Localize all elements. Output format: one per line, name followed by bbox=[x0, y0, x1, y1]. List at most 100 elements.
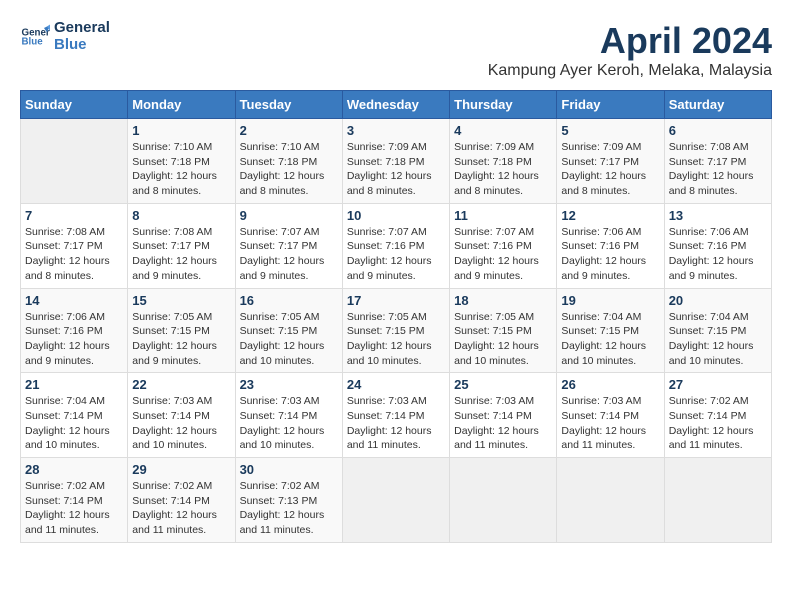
calendar-cell: 8 Sunrise: 7:08 AMSunset: 7:17 PMDaylight… bbox=[128, 203, 235, 288]
calendar-cell: 25Sunrise: 7:03 AMSunset: 7:14 PMDayligh… bbox=[450, 373, 557, 458]
day-info: Sunrise: 7:02 AMSunset: 7:14 PMDaylight:… bbox=[669, 394, 767, 453]
calendar-week-row: 1 Sunrise: 7:10 AMSunset: 7:18 PMDaylight… bbox=[21, 119, 772, 204]
day-info: Sunrise: 7:06 AMSunset: 7:16 PMDaylight:… bbox=[561, 225, 659, 284]
calendar-cell: 14 Sunrise: 7:06 AMSunset: 7:16 PMDayligh… bbox=[21, 288, 128, 373]
day-info: Sunrise: 7:02 AMSunset: 7:13 PMDaylight:… bbox=[240, 479, 338, 538]
day-info: Sunrise: 7:09 AMSunset: 7:18 PMDaylight:… bbox=[347, 140, 445, 199]
day-info: Sunrise: 7:08 AMSunset: 7:17 PMDaylight:… bbox=[669, 140, 767, 199]
logo-general: General bbox=[54, 20, 110, 37]
day-number: 10 bbox=[347, 208, 445, 223]
day-number: 5 bbox=[561, 123, 659, 138]
calendar-cell: 29Sunrise: 7:02 AMSunset: 7:14 PMDayligh… bbox=[128, 458, 235, 543]
day-number: 30 bbox=[240, 462, 338, 477]
day-info: Sunrise: 7:07 AMSunset: 7:16 PMDaylight:… bbox=[347, 225, 445, 284]
weekday-header-row: SundayMondayTuesdayWednesdayThursdayFrid… bbox=[21, 91, 772, 119]
day-number: 20 bbox=[669, 293, 767, 308]
day-info: Sunrise: 7:05 AMSunset: 7:15 PMDaylight:… bbox=[240, 310, 338, 369]
day-info: Sunrise: 7:07 AMSunset: 7:16 PMDaylight:… bbox=[454, 225, 552, 284]
day-number: 11 bbox=[454, 208, 552, 223]
day-info: Sunrise: 7:06 AMSunset: 7:16 PMDaylight:… bbox=[669, 225, 767, 284]
day-info: Sunrise: 7:10 AMSunset: 7:18 PMDaylight:… bbox=[132, 140, 230, 199]
calendar-cell: 11 Sunrise: 7:07 AMSunset: 7:16 PMDayligh… bbox=[450, 203, 557, 288]
calendar-cell bbox=[450, 458, 557, 543]
day-number: 6 bbox=[669, 123, 767, 138]
calendar-cell: 27 Sunrise: 7:02 AMSunset: 7:14 PMDayligh… bbox=[664, 373, 771, 458]
day-info: Sunrise: 7:08 AMSunset: 7:17 PMDaylight:… bbox=[132, 225, 230, 284]
calendar-cell: 17Sunrise: 7:05 AMSunset: 7:15 PMDayligh… bbox=[342, 288, 449, 373]
day-info: Sunrise: 7:10 AMSunset: 7:18 PMDaylight:… bbox=[240, 140, 338, 199]
calendar-cell: 3 Sunrise: 7:09 AMSunset: 7:18 PMDaylight… bbox=[342, 119, 449, 204]
day-number: 28 bbox=[25, 462, 123, 477]
calendar-cell: 18 Sunrise: 7:05 AMSunset: 7:15 PMDayligh… bbox=[450, 288, 557, 373]
day-info: Sunrise: 7:05 AMSunset: 7:15 PMDaylight:… bbox=[132, 310, 230, 369]
day-number: 23 bbox=[240, 377, 338, 392]
day-number: 21 bbox=[25, 377, 123, 392]
weekday-header-monday: Monday bbox=[128, 91, 235, 119]
day-number: 8 bbox=[132, 208, 230, 223]
day-number: 18 bbox=[454, 293, 552, 308]
day-number: 22 bbox=[132, 377, 230, 392]
day-number: 15 bbox=[132, 293, 230, 308]
calendar-cell: 22Sunrise: 7:03 AMSunset: 7:14 PMDayligh… bbox=[128, 373, 235, 458]
weekday-header-sunday: Sunday bbox=[21, 91, 128, 119]
day-number: 2 bbox=[240, 123, 338, 138]
calendar-cell: 30 Sunrise: 7:02 AMSunset: 7:13 PMDayligh… bbox=[235, 458, 342, 543]
calendar-body: 1 Sunrise: 7:10 AMSunset: 7:18 PMDaylight… bbox=[21, 119, 772, 543]
day-info: Sunrise: 7:04 AMSunset: 7:15 PMDaylight:… bbox=[561, 310, 659, 369]
day-number: 3 bbox=[347, 123, 445, 138]
day-info: Sunrise: 7:09 AMSunset: 7:17 PMDaylight:… bbox=[561, 140, 659, 199]
calendar-cell: 9Sunrise: 7:07 AMSunset: 7:17 PMDaylight… bbox=[235, 203, 342, 288]
calendar-cell: 10 Sunrise: 7:07 AMSunset: 7:16 PMDayligh… bbox=[342, 203, 449, 288]
weekday-header-saturday: Saturday bbox=[664, 91, 771, 119]
calendar-cell: 5 Sunrise: 7:09 AMSunset: 7:17 PMDaylight… bbox=[557, 119, 664, 204]
day-info: Sunrise: 7:03 AMSunset: 7:14 PMDaylight:… bbox=[347, 394, 445, 453]
logo: General Blue General Blue bbox=[20, 20, 110, 53]
day-info: Sunrise: 7:08 AMSunset: 7:17 PMDaylight:… bbox=[25, 225, 123, 284]
day-info: Sunrise: 7:04 AMSunset: 7:14 PMDaylight:… bbox=[25, 394, 123, 453]
day-info: Sunrise: 7:03 AMSunset: 7:14 PMDaylight:… bbox=[561, 394, 659, 453]
calendar-cell bbox=[342, 458, 449, 543]
day-number: 27 bbox=[669, 377, 767, 392]
calendar-table: SundayMondayTuesdayWednesdayThursdayFrid… bbox=[20, 90, 772, 543]
day-info: Sunrise: 7:04 AMSunset: 7:15 PMDaylight:… bbox=[669, 310, 767, 369]
day-number: 16 bbox=[240, 293, 338, 308]
calendar-cell: 6 Sunrise: 7:08 AMSunset: 7:17 PMDaylight… bbox=[664, 119, 771, 204]
calendar-cell: 1 Sunrise: 7:10 AMSunset: 7:18 PMDaylight… bbox=[128, 119, 235, 204]
day-number: 1 bbox=[132, 123, 230, 138]
day-number: 13 bbox=[669, 208, 767, 223]
calendar-cell bbox=[557, 458, 664, 543]
calendar-cell: 23Sunrise: 7:03 AMSunset: 7:14 PMDayligh… bbox=[235, 373, 342, 458]
day-info: Sunrise: 7:06 AMSunset: 7:16 PMDaylight:… bbox=[25, 310, 123, 369]
calendar-week-row: 14 Sunrise: 7:06 AMSunset: 7:16 PMDayligh… bbox=[21, 288, 772, 373]
day-info: Sunrise: 7:02 AMSunset: 7:14 PMDaylight:… bbox=[132, 479, 230, 538]
day-number: 12 bbox=[561, 208, 659, 223]
calendar-cell: 4Sunrise: 7:09 AMSunset: 7:18 PMDaylight… bbox=[450, 119, 557, 204]
calendar-cell bbox=[664, 458, 771, 543]
calendar-cell: 28 Sunrise: 7:02 AMSunset: 7:14 PMDayligh… bbox=[21, 458, 128, 543]
weekday-header-thursday: Thursday bbox=[450, 91, 557, 119]
day-info: Sunrise: 7:05 AMSunset: 7:15 PMDaylight:… bbox=[454, 310, 552, 369]
calendar-week-row: 7Sunrise: 7:08 AMSunset: 7:17 PMDaylight… bbox=[21, 203, 772, 288]
calendar-week-row: 28 Sunrise: 7:02 AMSunset: 7:14 PMDayligh… bbox=[21, 458, 772, 543]
calendar-week-row: 21 Sunrise: 7:04 AMSunset: 7:14 PMDayligh… bbox=[21, 373, 772, 458]
logo-blue: Blue bbox=[54, 37, 110, 54]
day-info: Sunrise: 7:02 AMSunset: 7:14 PMDaylight:… bbox=[25, 479, 123, 538]
calendar-cell: 24 Sunrise: 7:03 AMSunset: 7:14 PMDayligh… bbox=[342, 373, 449, 458]
weekday-header-friday: Friday bbox=[557, 91, 664, 119]
calendar-cell: 2 Sunrise: 7:10 AMSunset: 7:18 PMDaylight… bbox=[235, 119, 342, 204]
day-info: Sunrise: 7:05 AMSunset: 7:15 PMDaylight:… bbox=[347, 310, 445, 369]
calendar-cell bbox=[21, 119, 128, 204]
page-header: General Blue General Blue April 2024 Kam… bbox=[20, 20, 772, 80]
calendar-cell: 19 Sunrise: 7:04 AMSunset: 7:15 PMDayligh… bbox=[557, 288, 664, 373]
day-info: Sunrise: 7:07 AMSunset: 7:17 PMDaylight:… bbox=[240, 225, 338, 284]
day-number: 25 bbox=[454, 377, 552, 392]
calendar-cell: 20 Sunrise: 7:04 AMSunset: 7:15 PMDayligh… bbox=[664, 288, 771, 373]
location-subtitle: Kampung Ayer Keroh, Melaka, Malaysia bbox=[488, 62, 772, 80]
calendar-cell: 15 Sunrise: 7:05 AMSunset: 7:15 PMDayligh… bbox=[128, 288, 235, 373]
month-title: April 2024 bbox=[488, 20, 772, 62]
calendar-cell: 21 Sunrise: 7:04 AMSunset: 7:14 PMDayligh… bbox=[21, 373, 128, 458]
day-number: 19 bbox=[561, 293, 659, 308]
day-number: 24 bbox=[347, 377, 445, 392]
day-number: 14 bbox=[25, 293, 123, 308]
weekday-header-tuesday: Tuesday bbox=[235, 91, 342, 119]
